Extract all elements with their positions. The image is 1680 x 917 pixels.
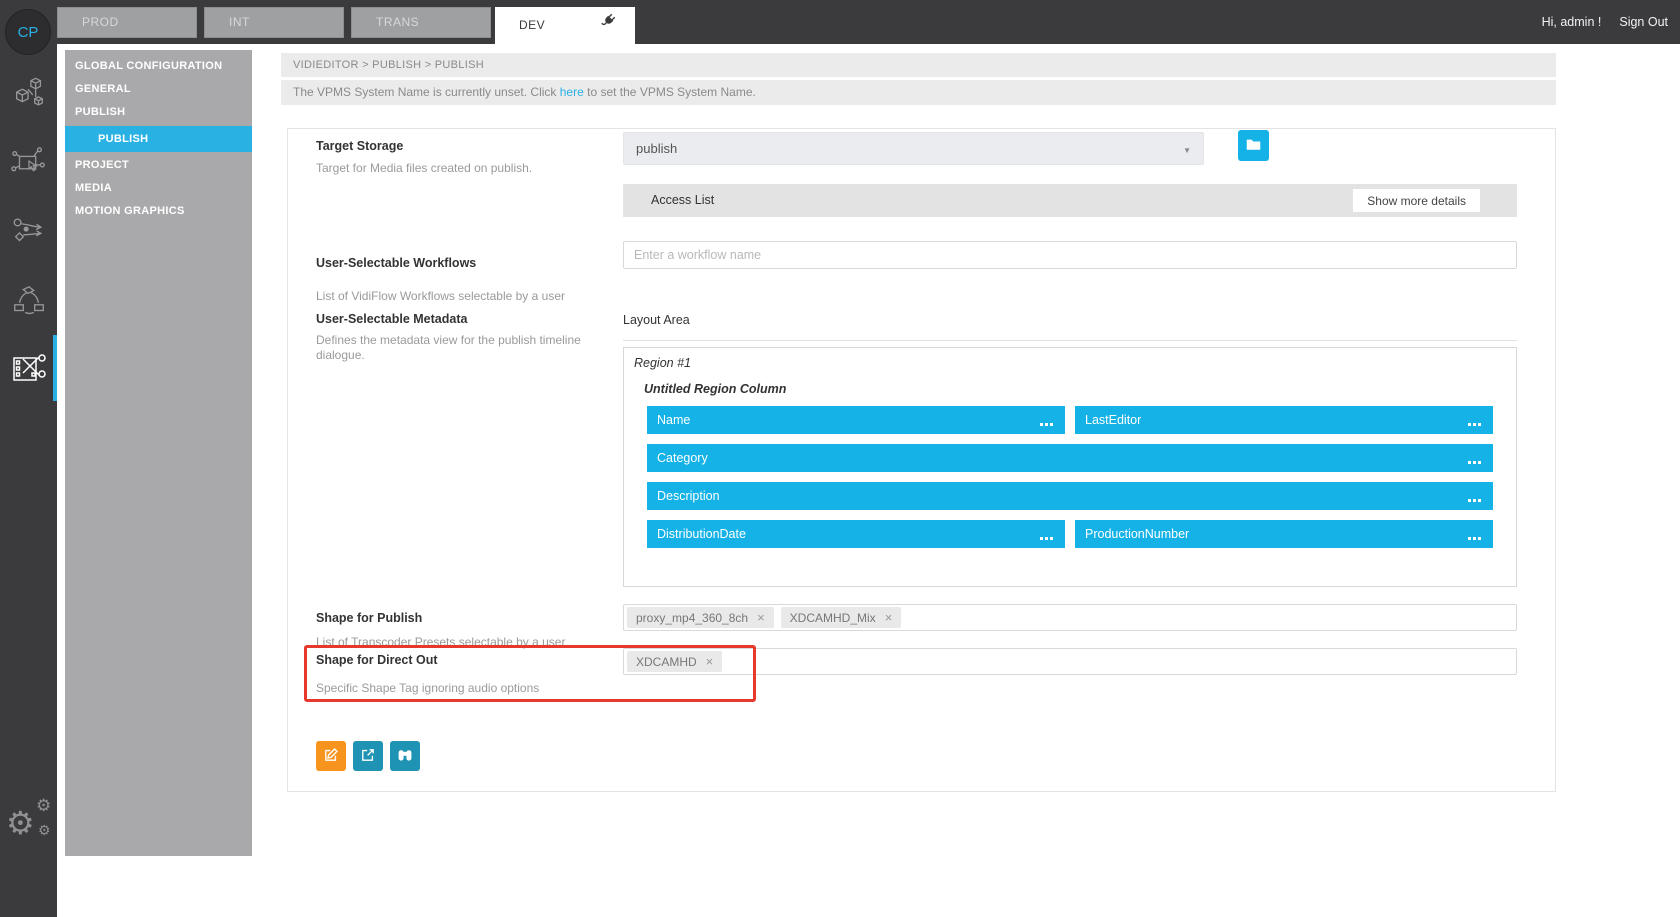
metadata-field-chip-category[interactable]: Category [647, 444, 1493, 472]
sidebar-item-publish-group[interactable]: PUBLISH [65, 101, 252, 124]
drag-handle-icon[interactable] [1468, 499, 1471, 502]
tab-label: PROD [82, 15, 119, 29]
external-link-icon [360, 747, 376, 766]
target-storage-label: Target Storage [316, 139, 403, 153]
region-column-title: Untitled Region Column [644, 382, 786, 396]
shape-for-direct-out-taginput[interactable]: XDCAMHD [623, 648, 1517, 675]
chip-label: Name [657, 413, 690, 427]
show-more-details-button[interactable]: Show more details [1353, 189, 1480, 212]
lifecycle-icon[interactable] [8, 280, 49, 321]
tab-prod[interactable]: PROD [57, 7, 197, 38]
layout-area-divider [623, 340, 1517, 341]
metadata-field-chip-productionnumber[interactable]: ProductionNumber [1075, 520, 1493, 548]
action-buttons [316, 741, 420, 771]
drag-handle-icon[interactable] [1040, 537, 1043, 540]
drag-handle-icon[interactable] [1468, 461, 1471, 464]
shape-for-publish-description: List of Transcoder Presets selectable by… [316, 635, 565, 649]
drag-handle-icon[interactable] [1468, 423, 1471, 426]
shape-for-direct-out-label: Shape for Direct Out [316, 653, 438, 667]
layout-region-box: Region #1 Untitled Region Column Name La… [623, 347, 1517, 587]
tag-pill: XDCAMHD [627, 651, 722, 672]
tag-pill: proxy_mp4_360_8ch [627, 607, 774, 628]
video-editor-icon[interactable] [8, 348, 49, 389]
shape-for-publish-taginput[interactable]: proxy_mp4_360_8ch XDCAMHD_Mix [623, 604, 1517, 631]
workflow-name-input[interactable] [623, 241, 1517, 269]
metadata-field-chip-name[interactable]: Name [647, 406, 1065, 434]
notice-text: The VPMS System Name is currently unset.… [293, 85, 560, 99]
tab-trans[interactable]: TRANS [351, 7, 491, 38]
browse-storage-button[interactable] [1238, 130, 1269, 161]
layout-area-title: Layout Area [623, 313, 690, 327]
remove-tag-icon[interactable] [885, 610, 893, 625]
folder-icon [1246, 138, 1261, 154]
tab-label: INT [229, 15, 250, 29]
set-vpms-name-link[interactable]: here [560, 85, 584, 99]
target-storage-description: Target for Media files created on publis… [316, 161, 532, 175]
avatar-initials: CP [18, 24, 39, 41]
tag-pill: XDCAMHD_Mix [781, 607, 902, 628]
config-sidebar: GLOBAL CONFIGURATION GENERAL PUBLISH PUB… [65, 50, 252, 856]
metadata-label: User-Selectable Metadata [316, 312, 467, 326]
settings-gears-icon[interactable]: ⚙ ⚙ ⚙ [6, 796, 54, 844]
edit-button[interactable] [316, 741, 346, 771]
remove-tag-icon[interactable] [706, 654, 714, 669]
configure-touch-icon[interactable] [8, 143, 49, 184]
metadata-field-chip-distributiondate[interactable]: DistributionDate [647, 520, 1065, 548]
edit-pencil-icon [323, 747, 339, 766]
binoculars-icon [397, 747, 413, 766]
app-root: PROD INT TRANS DEV Hi, admin ! Sign Out … [0, 0, 1680, 917]
left-icon-rail: ⚙ ⚙ ⚙ [0, 44, 57, 917]
workflows-description: List of VidiFlow Workflows selectable by… [316, 289, 565, 303]
access-list-bar: Access List Show more details [623, 184, 1517, 217]
workflow-icon[interactable] [8, 210, 49, 251]
tag-label: proxy_mp4_360_8ch [636, 611, 748, 625]
metadata-field-chip-lasteditor[interactable]: LastEditor [1075, 406, 1493, 434]
sidebar-item-project[interactable]: PROJECT [65, 154, 252, 177]
chevron-down-icon [1183, 141, 1191, 156]
breadcrumb-text: VIDIEDITOR > PUBLISH > PUBLISH [293, 59, 484, 71]
avatar[interactable]: CP [5, 9, 51, 55]
sidebar-item-global-configuration[interactable]: GLOBAL CONFIGURATION [65, 55, 252, 78]
region-title: Region #1 [634, 356, 691, 370]
sidebar-item-publish[interactable]: PUBLISH [65, 126, 252, 152]
sidebar-item-motion-graphics[interactable]: MOTION GRAPHICS [65, 200, 252, 223]
sidebar-item-media[interactable]: MEDIA [65, 177, 252, 200]
sidebar-item-general[interactable]: GENERAL [65, 78, 252, 101]
target-storage-value: publish [636, 141, 677, 156]
shape-for-direct-out-description: Specific Shape Tag ignoring audio option… [316, 681, 539, 695]
top-bar: PROD INT TRANS DEV Hi, admin ! Sign Out [0, 0, 1680, 44]
shape-for-publish-label: Shape for Publish [316, 611, 422, 625]
chip-label: Description [657, 489, 720, 503]
notice-text: to set the VPMS System Name. [584, 85, 756, 99]
publish-settings-panel: Target Storage Target for Media files cr… [287, 128, 1556, 792]
tab-dev[interactable]: DEV [495, 7, 635, 44]
tag-label: XDCAMHD_Mix [790, 611, 876, 625]
tab-int[interactable]: INT [204, 7, 344, 38]
plug-icon [600, 11, 617, 40]
assets-cubes-icon[interactable] [8, 73, 49, 114]
chip-label: ProductionNumber [1085, 527, 1189, 541]
tab-label: DEV [519, 11, 600, 40]
metadata-field-list: Name LastEditor Category Description Dis… [647, 406, 1493, 548]
target-storage-select[interactable]: publish [623, 132, 1204, 165]
tag-label: XDCAMHD [636, 655, 697, 669]
sign-out-link[interactable]: Sign Out [1619, 15, 1668, 29]
chip-label: LastEditor [1085, 413, 1141, 427]
drag-handle-icon[interactable] [1468, 537, 1471, 540]
drag-handle-icon[interactable] [1040, 423, 1043, 426]
remove-tag-icon[interactable] [757, 610, 765, 625]
user-greeting: Hi, admin ! [1542, 15, 1602, 29]
metadata-description: Defines the metadata view for the publis… [316, 333, 581, 363]
metadata-field-chip-description[interactable]: Description [647, 482, 1493, 510]
active-rail-indicator [53, 335, 57, 401]
tab-label: TRANS [376, 15, 419, 29]
access-list-label: Access List [651, 184, 714, 217]
chip-label: DistributionDate [657, 527, 746, 541]
open-external-button[interactable] [353, 741, 383, 771]
preview-button[interactable] [390, 741, 420, 771]
breadcrumb: VIDIEDITOR > PUBLISH > PUBLISH [281, 53, 1556, 77]
workflows-label: User-Selectable Workflows [316, 256, 476, 270]
vpms-notice: The VPMS System Name is currently unset.… [281, 80, 1556, 105]
chip-label: Category [657, 451, 708, 465]
